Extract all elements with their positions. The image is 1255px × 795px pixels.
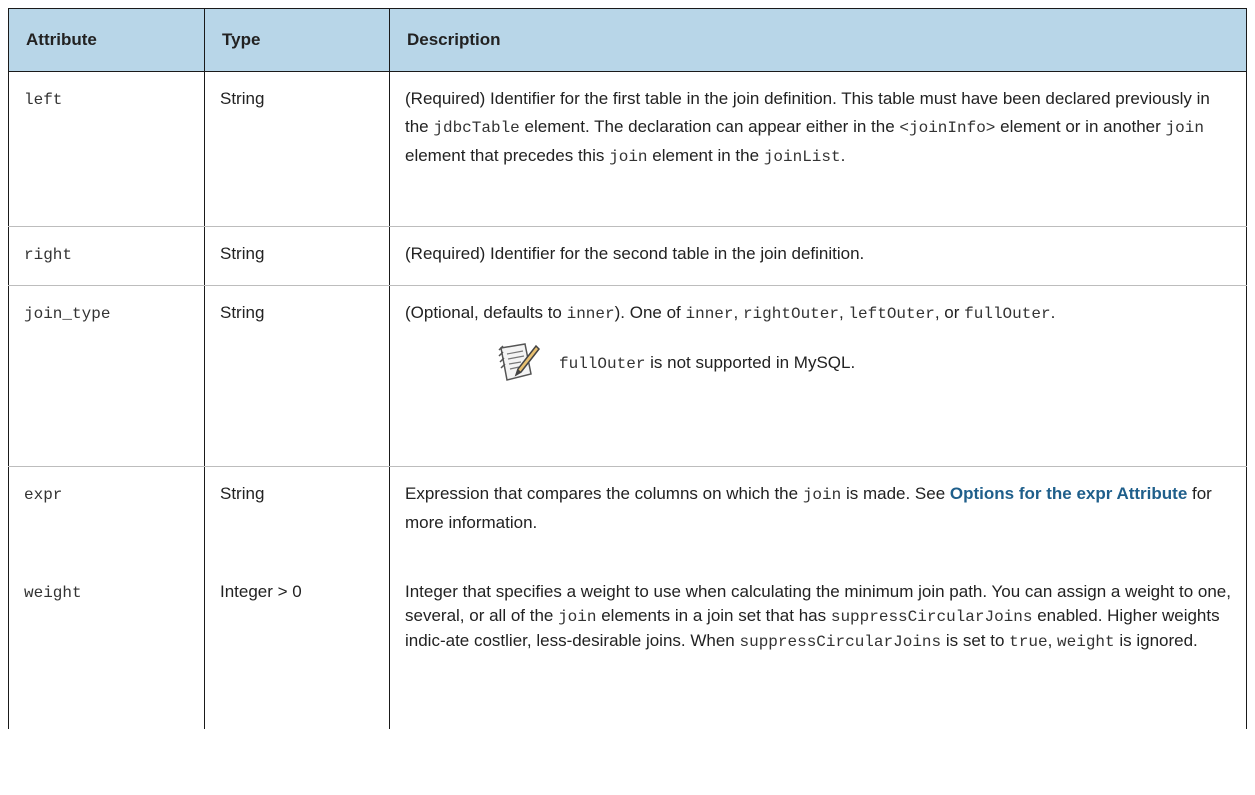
attribute-table: Attribute Type Description left String (… [8, 8, 1247, 729]
code-text: jdbcTable [433, 119, 520, 137]
code-text: true [1009, 633, 1048, 651]
table-row-expr: expr String Expression that compares the… [8, 466, 1247, 567]
attribute-name: expr [24, 486, 63, 504]
code-text: fullOuter [964, 305, 1051, 323]
code-text: joinList [763, 148, 841, 166]
note-pencil-icon [498, 343, 540, 381]
attribute-name: left [24, 91, 63, 109]
attribute-description: Integer that specifies a weight to use w… [389, 567, 1247, 729]
code-text: fullOuter [559, 354, 646, 373]
code-text: leftOuter [848, 305, 935, 323]
attribute-type: String [204, 466, 390, 567]
attribute-type: Integer > 0 [204, 567, 390, 729]
attribute-name: join_type [24, 305, 111, 323]
code-text: inner [566, 305, 615, 323]
attribute-description: Expression that compares the columns on … [389, 466, 1247, 567]
code-text: join [558, 608, 597, 626]
code-text: join [609, 148, 648, 166]
code-text: join [802, 486, 842, 504]
attribute-description: (Required) Identifier for the first tabl… [389, 71, 1247, 227]
note-callout: fullOuter is not supported in MySQL. [495, 340, 1232, 386]
header-attribute: Attribute [8, 8, 205, 72]
attribute-name: weight [24, 584, 82, 602]
attribute-type: String [204, 71, 390, 227]
table-row-weight: weight Integer > 0 Integer that specifie… [8, 567, 1247, 729]
note-text: is not supported in MySQL. [645, 352, 856, 372]
header-type: Type [204, 8, 390, 72]
attribute-type: String [204, 226, 390, 286]
attribute-description: (Required) Identifier for the second tab… [389, 226, 1247, 286]
attribute-type: String [204, 285, 390, 467]
code-text: <joinInfo> [899, 119, 996, 137]
code-text: weight [1057, 633, 1115, 651]
code-text: suppressCircularJoins [830, 608, 1033, 626]
code-text: inner [685, 305, 734, 323]
options-expr-link[interactable]: Options for the expr Attribute [950, 484, 1187, 503]
attribute-name: right [24, 246, 73, 264]
table-row-right: right String (Required) Identifier for t… [8, 226, 1247, 286]
table-row-join-type: join_type String (Optional, defaults to … [8, 285, 1247, 467]
header-description: Description [389, 8, 1247, 72]
header-row: Attribute Type Description [8, 8, 1247, 72]
code-text: rightOuter [742, 305, 839, 323]
code-text: join [1165, 119, 1204, 137]
code-text: suppressCircularJoins [739, 633, 942, 651]
table-row-left: left String (Required) Identifier for th… [8, 71, 1247, 227]
attribute-description: (Optional, defaults to inner). One of in… [389, 285, 1247, 467]
